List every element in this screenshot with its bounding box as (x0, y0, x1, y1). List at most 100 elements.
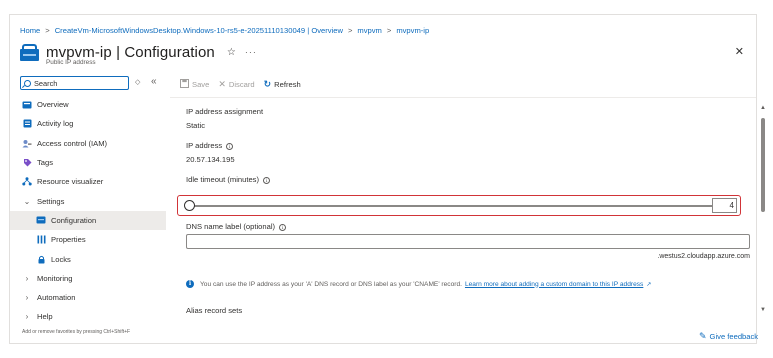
breadcrumb-deployment[interactable]: CreateVm-MicrosoftWindowsDesktop.Windows… (55, 26, 343, 35)
favorites-hint: Add or remove favorites by pressing Ctrl… (22, 329, 131, 335)
idle-timeout-slider-track[interactable] (188, 205, 714, 207)
discard-button[interactable]: ✕ Discard (218, 79, 254, 90)
external-link-icon: ↗ (646, 281, 652, 288)
discard-label: Discard (228, 79, 255, 89)
visualizer-icon (21, 177, 33, 186)
sidebar-item-overview[interactable]: Overview (10, 95, 166, 114)
breadcrumb-public-ip[interactable]: mvpvm-ip (396, 26, 429, 35)
collapse-sidebar-icon[interactable]: « (151, 76, 157, 87)
sidebar-item-locks[interactable]: Locks (10, 249, 166, 268)
sidebar-item-configuration[interactable]: Configuration (10, 210, 166, 231)
save-icon (180, 78, 189, 90)
page-title: mvpvm-ip | Configuration (46, 43, 215, 61)
chevron-down-icon: ⌄ (23, 196, 31, 206)
sidebar-item-tags[interactable]: Tags (10, 153, 166, 172)
sidebar-item-automation[interactable]: › Automation (10, 288, 166, 307)
sidebar-item-label: Access control (IAM) (37, 138, 108, 148)
star-outline-icon[interactable]: ☆ (227, 47, 236, 58)
properties-icon (35, 235, 47, 244)
breadcrumb-separator: > (386, 25, 392, 35)
notice-text: You can use the IP address as your 'A' D… (200, 280, 462, 288)
sidebar-item-access-control[interactable]: Access control (IAM) (10, 134, 166, 153)
sidebar-nav: Overview Activity log Access control (IA… (10, 95, 166, 327)
breadcrumb-separator: > (347, 25, 353, 35)
scroll-up-icon[interactable]: ▲ (760, 105, 766, 111)
chevron-right-icon: › (25, 293, 29, 303)
ip-address-label: IP address i (186, 141, 234, 150)
dns-name-input[interactable] (186, 234, 750, 249)
public-ip-resource-icon (20, 43, 39, 61)
sidebar-item-help[interactable]: › Help (10, 307, 166, 326)
configuration-icon (35, 216, 47, 224)
idle-timeout-slider-highlight: 4 (177, 195, 741, 216)
breadcrumb-separator: > (45, 25, 50, 35)
sidebar-item-monitoring[interactable]: › Monitoring (10, 269, 166, 288)
dns-label-text: DNS name label (optional) (186, 222, 276, 231)
dns-notice: i You can use the IP address as your 'A'… (186, 280, 651, 288)
chevron-right-icon: › (25, 312, 29, 322)
breadcrumb: Home > CreateVm-MicrosoftWindowsDesktop.… (20, 24, 429, 36)
page-subtitle: Public IP address (46, 59, 96, 66)
info-icon[interactable]: i (279, 224, 287, 231)
info-icon[interactable]: i (263, 177, 271, 184)
sort-icon[interactable]: ◇ (135, 78, 140, 86)
sidebar-item-label: Locks (51, 254, 71, 264)
idle-timeout-value-input[interactable]: 4 (712, 198, 737, 213)
save-button[interactable]: Save (180, 78, 210, 90)
dns-suffix: .westus2.cloudapp.azure.com (657, 253, 750, 260)
sidebar-item-label: Overview (37, 100, 69, 110)
sidebar-item-activity-log[interactable]: Activity log (10, 114, 166, 133)
idle-timeout-slider-thumb[interactable] (184, 200, 195, 211)
sidebar-item-label: Tags (37, 158, 54, 168)
idle-timeout-label: Idle timeout (minutes) i (186, 175, 271, 184)
sidebar-search[interactable] (20, 76, 129, 90)
custom-domain-link[interactable]: Learn more about adding a custom domain … (465, 281, 643, 288)
refresh-icon: ↻ (263, 78, 272, 89)
tag-icon (21, 158, 33, 167)
info-filled-icon: i (186, 280, 194, 288)
activity-log-icon (21, 119, 33, 128)
lock-icon (35, 255, 47, 264)
ip-address-label-text: IP address (186, 141, 223, 150)
sidebar-item-label: Help (37, 312, 53, 322)
alias-record-sets-label: Alias record sets (186, 306, 243, 315)
search-input[interactable] (34, 78, 124, 88)
overview-icon (21, 101, 33, 109)
ip-assignment-label: IP address assignment (186, 107, 264, 116)
breadcrumb-home[interactable]: Home (20, 26, 40, 35)
give-feedback-label: Give feedback (709, 332, 759, 341)
breadcrumb-vm[interactable]: mvpvm (357, 26, 381, 35)
iam-icon (21, 139, 33, 148)
sidebar-item-label: Automation (37, 293, 76, 303)
info-icon[interactable]: i (226, 143, 234, 150)
scroll-down-icon[interactable]: ▼ (760, 307, 766, 313)
chevron-right-icon: › (25, 273, 29, 283)
content-scrollbar[interactable]: ▲ ▼ (760, 105, 766, 321)
discard-icon: ✕ (218, 78, 226, 89)
command-bar: Save ✕ Discard ↻ Refresh (180, 77, 310, 91)
scrollbar-thumb[interactable] (761, 118, 765, 212)
give-feedback-button[interactable]: ✎ Give feedback (699, 331, 758, 342)
sidebar-item-label: Activity log (37, 119, 74, 129)
sidebar-item-label: Monitoring (37, 273, 73, 283)
search-icon (24, 79, 31, 87)
sidebar-item-label: Resource visualizer (37, 177, 104, 187)
toolbar-divider (170, 97, 756, 98)
sidebar-item-resource-visualizer[interactable]: Resource visualizer (10, 172, 166, 191)
sidebar-item-settings[interactable]: ⌄ Settings (10, 191, 166, 210)
ip-assignment-value: Static (186, 121, 205, 130)
dns-label: DNS name label (optional) i (186, 222, 287, 231)
idle-timeout-label-text: Idle timeout (minutes) (186, 175, 260, 184)
sidebar-item-label: Properties (51, 235, 86, 245)
configuration-blade: Home > CreateVm-MicrosoftWindowsDesktop.… (9, 14, 766, 344)
refresh-button[interactable]: ↻ Refresh (264, 79, 301, 90)
ellipsis-icon[interactable]: ··· (245, 47, 257, 57)
sidebar-item-properties[interactable]: Properties (10, 230, 166, 249)
save-label: Save (192, 79, 210, 89)
sidebar-item-label: Configuration (51, 215, 97, 225)
close-icon[interactable]: ✕ (735, 45, 744, 58)
refresh-label: Refresh (274, 79, 301, 89)
ip-address-value: 20.57.134.195 (186, 155, 235, 164)
feedback-icon: ✎ (699, 331, 707, 341)
sidebar-item-label: Settings (37, 196, 65, 206)
